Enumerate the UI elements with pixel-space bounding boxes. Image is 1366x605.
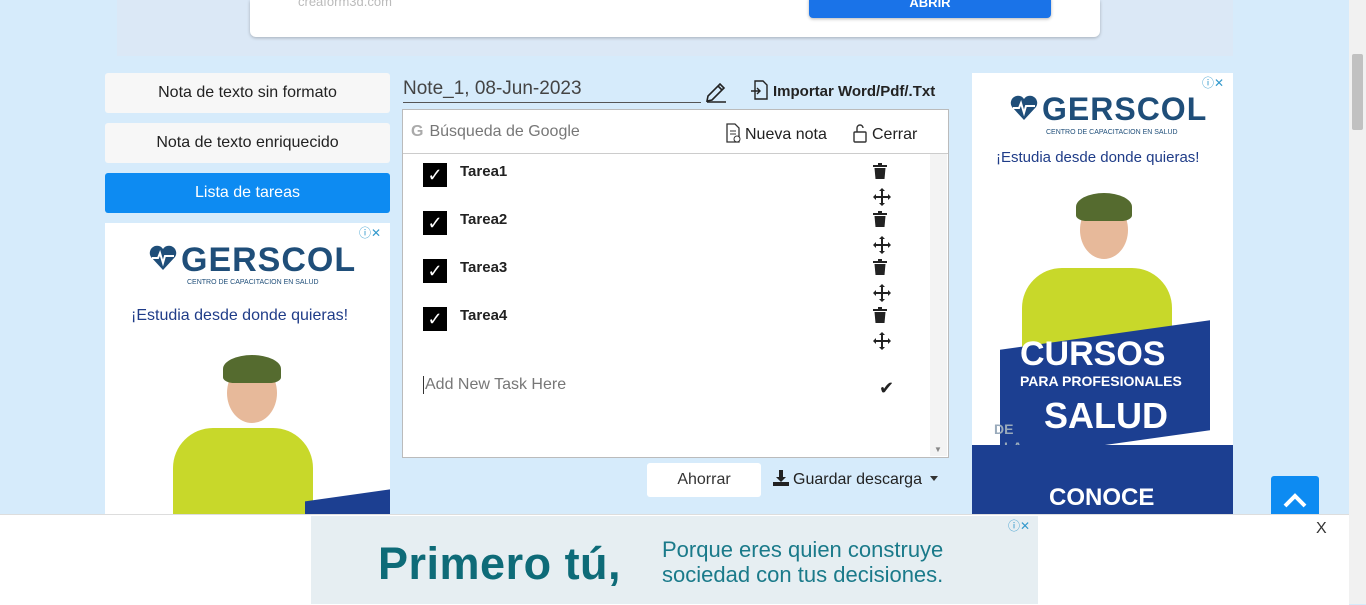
trash-icon[interactable] (873, 307, 887, 323)
bottom-ad-line1: Porque eres quien construye (662, 537, 944, 562)
google-search-label: Búsqueda de Google (429, 123, 580, 140)
page-scrollbar-thumb[interactable] (1352, 54, 1363, 130)
google-search[interactable]: G Búsqueda de Google (411, 123, 580, 141)
lock-icon (853, 124, 867, 143)
ad-banner-de: DE (994, 421, 1014, 437)
gerscol-logo: GERSCOL CENTRO DE CAPACITACION EN SALUD (1010, 91, 1208, 136)
ad-info-close-icon[interactable]: ⓘ✕ (1008, 517, 1038, 533)
import-label: Importar Word/Pdf/.Txt (773, 83, 936, 100)
task-checkbox[interactable]: ✓ (423, 307, 447, 331)
task-label: Tarea3 (460, 259, 508, 276)
google-g-icon: G (411, 123, 424, 140)
left-ad[interactable]: ⓘ✕ GERSCOL CENTRO DE CAPACITACION EN SAL… (105, 223, 390, 514)
task-editor: G Búsqueda de Google Nueva nota Cerrar ✓ … (402, 109, 949, 458)
menu-rich-text-note[interactable]: Nota de texto enriquecido (105, 123, 390, 163)
task-checkbox[interactable]: ✓ (423, 259, 447, 283)
ad-person-body (173, 428, 313, 514)
new-note-button[interactable]: Nueva nota (725, 123, 827, 144)
pencil-edit-icon[interactable] (704, 80, 728, 104)
top-ad-card[interactable]: creaform3d.com ABRIR (250, 0, 1100, 37)
move-icon[interactable] (873, 188, 891, 206)
close-note-label: Cerrar (872, 126, 918, 143)
bottom-ad-copy: Porque eres quien construye sociedad con… (662, 537, 943, 587)
close-bottom-ad-button[interactable]: X (1316, 520, 1327, 538)
new-note-icon (726, 123, 741, 143)
editor-scrollbar[interactable]: ▼ (930, 154, 947, 456)
trash-icon[interactable] (873, 211, 887, 227)
download-label: Guardar descarga (793, 471, 922, 488)
import-file-icon (751, 80, 768, 100)
ad-banner-salud: SALUD (1044, 395, 1168, 436)
heart-logo-icon (1010, 95, 1038, 120)
logo-text: GERSCOL (181, 241, 357, 279)
logo-subtitle: CENTRO DE CAPACITACION EN SALUD (1046, 129, 1178, 136)
save-button[interactable]: Ahorrar (647, 463, 761, 497)
add-task-check-icon[interactable]: ✔ (879, 378, 894, 399)
bottom-ad-headline: Primero tú, (378, 538, 622, 589)
close-note-button[interactable]: Cerrar (852, 123, 917, 144)
task-label: Tarea1 (460, 163, 508, 180)
ad-banner-profesionales: PARA PROFESIONALES (1020, 373, 1182, 389)
scroll-down-arrow-icon[interactable]: ▼ (934, 445, 942, 454)
move-icon[interactable] (873, 284, 891, 302)
new-task-input[interactable]: Add New Task Here (423, 376, 566, 394)
ad-info-close-icon[interactable]: ⓘ✕ (1202, 74, 1232, 90)
bottom-ad[interactable]: Primero tú, Porque eres quien construye … (311, 516, 1038, 604)
move-icon[interactable] (873, 236, 891, 254)
logo-subtitle: CENTRO DE CAPACITACION EN SALUD (187, 279, 319, 286)
ad-person-helmet (1076, 193, 1132, 221)
heart-logo-icon (149, 245, 177, 270)
top-ad-open-button[interactable]: ABRIR (809, 0, 1051, 18)
page-scrollbar[interactable] (1349, 0, 1366, 604)
top-ad-url: creaform3d.com (298, 0, 392, 9)
trash-icon[interactable] (873, 163, 887, 179)
ad-banner-cursos: CURSOS (1020, 335, 1166, 373)
menu-task-list[interactable]: Lista de tareas (105, 173, 390, 213)
ad-tagline: ¡Estudia desde donde quieras! (131, 307, 349, 324)
task-checkbox[interactable]: ✓ (423, 211, 447, 235)
new-note-label: Nueva nota (745, 126, 827, 143)
bottom-ad-bar: Primero tú, Porque eres quien construye … (0, 514, 1349, 605)
ad-cta-text: CONOCE (1049, 484, 1155, 511)
trash-icon[interactable] (873, 259, 887, 275)
right-ad[interactable]: ⓘ✕ GERSCOL CENTRO DE CAPACITACION EN SAL… (972, 73, 1233, 514)
logo-text: GERSCOL (1042, 91, 1208, 127)
editor-toolbar: G Búsqueda de Google Nueva nota Cerrar (403, 110, 948, 154)
ad-person-helmet (223, 355, 281, 383)
ad-info-close-icon[interactable]: ⓘ✕ (359, 224, 389, 240)
task-checkbox[interactable]: ✓ (423, 163, 447, 187)
ad-tagline: ¡Estudia desde donde quieras! (996, 149, 1200, 166)
note-title-input[interactable]: Note_1, 08-Jun-2023 (403, 76, 701, 103)
gerscol-logo: GERSCOL CENTRO DE CAPACITACION EN SALUD (149, 241, 357, 286)
move-icon[interactable] (873, 332, 891, 350)
task-label: Tarea4 (460, 307, 508, 324)
chevron-down-icon (929, 476, 938, 481)
import-button[interactable]: Importar Word/Pdf/.Txt (751, 80, 935, 100)
task-label: Tarea2 (460, 211, 508, 228)
download-icon (773, 470, 789, 486)
menu-plain-text-note[interactable]: Nota de texto sin formato (105, 73, 390, 113)
download-dropdown[interactable]: Guardar descarga (773, 470, 938, 489)
ad-banner-strip (305, 488, 390, 514)
bottom-ad-line2: sociedad con tus decisiones. (662, 562, 944, 587)
